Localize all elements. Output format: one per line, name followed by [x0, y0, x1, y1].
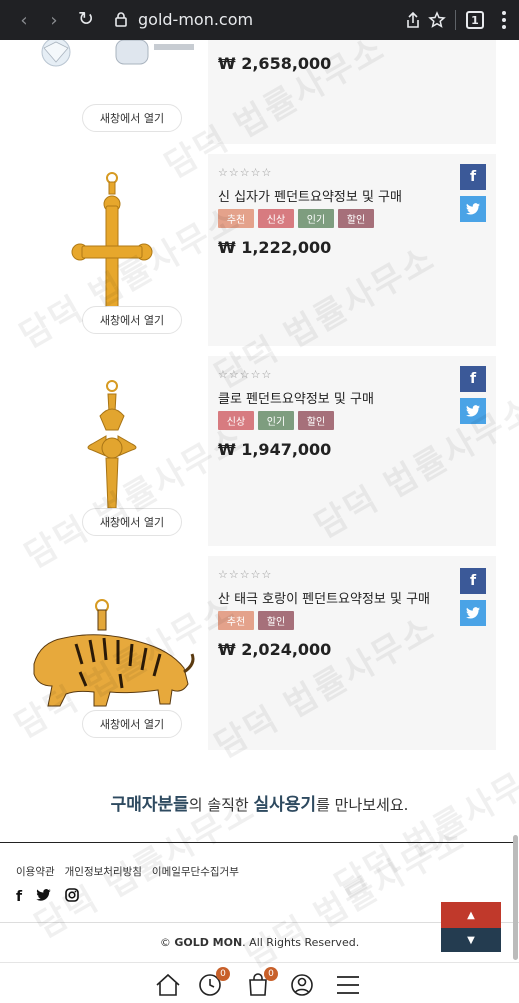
home-icon[interactable] — [154, 971, 182, 999]
product-tags: 신상 인기 할인 — [218, 411, 334, 430]
twitter-share-icon[interactable] — [460, 398, 486, 424]
footer-social: f — [16, 888, 79, 906]
more-menu-icon[interactable] — [494, 9, 514, 31]
scroll-to-top-button[interactable]: ▲ — [441, 902, 501, 928]
tag-popular: 인기 — [298, 209, 334, 228]
tag-popular: 인기 — [258, 411, 294, 430]
watermark: 담덕 법률사무소 — [328, 748, 519, 907]
cart-count-badge: 0 — [264, 967, 278, 981]
facebook-share-icon[interactable]: f — [460, 164, 486, 190]
address-bar[interactable]: gold-mon.com — [138, 10, 253, 29]
back-icon[interactable]: ‹ — [14, 10, 34, 31]
copyright-symbol: © — [159, 936, 171, 949]
product-price: ₩ 1,222,000 — [218, 238, 332, 257]
facebook-share-icon[interactable]: f — [460, 568, 486, 594]
open-in-new-window-button[interactable]: 새창에서 열기 — [82, 104, 182, 132]
tag-sale: 할인 — [258, 611, 294, 630]
tag-sale: 할인 — [338, 209, 374, 228]
bottom-navigation: 0 0 — [0, 962, 519, 1003]
product-info: ☆☆☆☆☆ 신 십자가 펜던트요약정보 및 구매 추천 신상 인기 할인 ₩ 1… — [208, 154, 496, 346]
review-highlight-buyers: 구매자분들 — [110, 795, 189, 815]
open-in-new-window-button[interactable]: 새창에서 열기 — [82, 508, 182, 536]
reload-icon[interactable]: ↻ — [76, 8, 96, 30]
instagram-icon[interactable] — [65, 888, 79, 906]
copyright-text: . All Rights Reserved. — [242, 936, 360, 949]
facebook-icon[interactable]: f — [16, 889, 22, 905]
tag-recommended: 추천 — [218, 611, 254, 630]
product-card: 새창에서 열기 ₩ 2,658,000 — [0, 40, 519, 144]
rating-stars: ☆☆☆☆☆ — [218, 568, 273, 581]
product-info: ☆☆☆☆☆ 클로 펜던트요약정보 및 구매 신상 인기 할인 ₩ 1,947,0… — [208, 356, 496, 546]
menu-icon[interactable] — [334, 971, 362, 999]
scroll-to-bottom-button[interactable]: ▼ — [441, 928, 501, 952]
tag-new: 신상 — [258, 209, 294, 228]
lock-icon[interactable] — [114, 11, 128, 27]
product-price: ₩ 2,024,000 — [218, 640, 332, 659]
product-tags: 추천 할인 — [218, 611, 294, 630]
cart-icon[interactable]: 0 — [244, 967, 278, 999]
copyright-brand: GOLD MON — [174, 936, 243, 949]
forward-icon[interactable]: › — [44, 10, 64, 31]
review-banner[interactable]: 구매자분들의 솔직한 실사용기를 만나보세요. — [0, 790, 519, 815]
facebook-share-icon[interactable]: f — [460, 366, 486, 392]
terms-link[interactable]: 이용약관 — [16, 864, 55, 879]
watermark: 담덕 법률사무소 — [238, 818, 473, 977]
product-image[interactable]: 새창에서 열기 — [20, 40, 204, 144]
tag-new: 신상 — [218, 411, 254, 430]
bookmark-star-icon[interactable] — [426, 9, 448, 31]
review-text: 의 솔직한 — [188, 796, 254, 814]
open-in-new-window-button[interactable]: 새창에서 열기 — [82, 306, 182, 334]
product-card: 새창에서 열기 ☆☆☆☆☆ 신 십자가 펜던트요약정보 및 구매 추천 신상 인… — [0, 154, 519, 346]
twitter-share-icon[interactable] — [460, 196, 486, 222]
share-icon[interactable] — [402, 9, 424, 31]
product-name[interactable]: 클로 펜던트요약정보 및 구매 — [218, 388, 374, 407]
rating-stars: ☆☆☆☆☆ — [218, 368, 273, 381]
tab-switcher-button[interactable]: 1 — [466, 11, 484, 29]
open-in-new-window-button[interactable]: 새창에서 열기 — [82, 710, 182, 738]
product-price: ₩ 1,947,000 — [218, 440, 332, 459]
review-highlight-real-use: 실사용기 — [253, 795, 317, 815]
product-name[interactable]: 산 태극 호랑이 펜던트요약정보 및 구매 — [218, 588, 430, 607]
product-image[interactable]: 새창에서 열기 — [20, 154, 204, 346]
product-image[interactable]: 새창에서 열기 — [20, 556, 204, 750]
user-icon[interactable] — [288, 971, 316, 999]
recent-view-icon[interactable]: 0 — [196, 967, 230, 999]
toolbar-divider — [455, 10, 456, 30]
scrollbar[interactable] — [513, 835, 518, 960]
product-info: ☆☆☆☆☆ 산 태극 호랑이 펜던트요약정보 및 구매 추천 할인 ₩ 2,02… — [208, 556, 496, 750]
email-refusal-link[interactable]: 이메일무단수집거부 — [152, 864, 239, 879]
product-image[interactable]: 새창에서 열기 — [20, 356, 204, 546]
twitter-share-icon[interactable] — [460, 600, 486, 626]
product-price: ₩ 2,658,000 — [218, 54, 332, 73]
twitter-icon[interactable] — [36, 889, 51, 905]
browser-toolbar: ‹ › ↻ gold-mon.com 1 — [0, 0, 519, 40]
rating-stars: ☆☆☆☆☆ — [218, 166, 273, 179]
recent-count-badge: 0 — [216, 967, 230, 981]
footer-divider — [0, 842, 513, 843]
product-info: ₩ 2,658,000 — [208, 40, 496, 144]
tag-sale: 할인 — [298, 411, 334, 430]
tag-recommended: 추천 — [218, 209, 254, 228]
footer-links: 이용약관 개인정보처리방침 이메일무단수집거부 — [16, 864, 239, 879]
product-name[interactable]: 신 십자가 펜던트요약정보 및 구매 — [218, 186, 402, 205]
review-text: 를 만나보세요. — [316, 796, 409, 814]
privacy-link[interactable]: 개인정보처리방침 — [65, 864, 142, 879]
product-tags: 추천 신상 인기 할인 — [218, 209, 374, 228]
product-card: 새창에서 열기 ☆☆☆☆☆ 클로 펜던트요약정보 및 구매 신상 인기 할인 ₩… — [0, 356, 519, 546]
product-card: 새창에서 열기 ☆☆☆☆☆ 산 태극 호랑이 펜던트요약정보 및 구매 추천 할… — [0, 556, 519, 750]
